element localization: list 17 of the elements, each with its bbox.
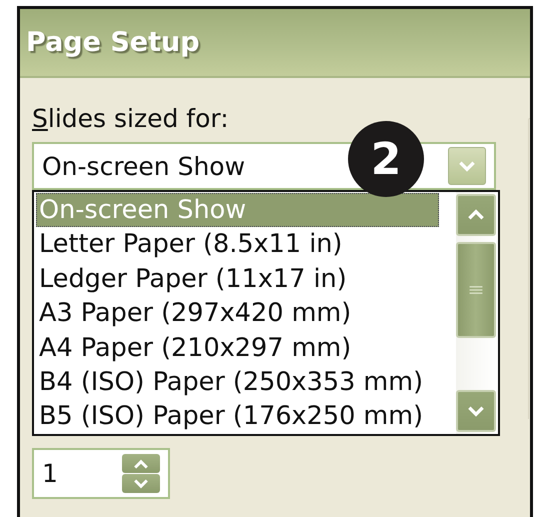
scroll-up-button[interactable] — [456, 194, 496, 236]
list-option[interactable]: B5 (ISO) Paper (176x250 mm) — [36, 399, 452, 434]
list-option[interactable]: A4 Paper (210x297 mm) — [36, 330, 452, 365]
spin-up-button[interactable] — [122, 454, 160, 473]
window-title: Page Setup — [26, 27, 200, 58]
dropdown-value: On-screen Show — [42, 152, 246, 180]
dropdown-arrow-button[interactable] — [448, 147, 486, 185]
list-option[interactable]: B4 (ISO) Paper (250x353 mm) — [36, 364, 452, 400]
spin-down-button[interactable] — [122, 474, 160, 493]
scroll-down-button[interactable] — [456, 390, 496, 432]
list-option[interactable]: Letter Paper (8.5x11 in) — [36, 227, 452, 262]
spin-field[interactable]: 1 — [32, 448, 170, 499]
list-option[interactable]: Ledger Paper (11x17 in) — [36, 262, 452, 296]
spin-value: 1 — [42, 459, 58, 488]
scroll-thumb[interactable] — [456, 242, 496, 338]
field-label: Slides sized for: — [32, 104, 230, 132]
list-option[interactable]: A3 Paper (297x420 mm) — [36, 296, 452, 331]
